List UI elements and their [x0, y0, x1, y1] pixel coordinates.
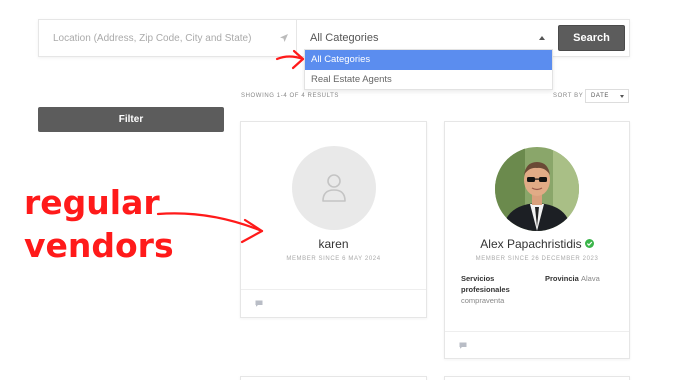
services-label-line1: Servicios [461, 274, 495, 283]
annotation-text: regular vendors [24, 181, 174, 267]
services-label-line2: profesionales [461, 285, 510, 294]
vendor-card-partial [240, 376, 427, 380]
filter-button[interactable]: Filter [38, 107, 224, 132]
services-value: compraventa [461, 296, 505, 305]
divider [241, 289, 426, 290]
sort-label: SORT BY [553, 93, 584, 99]
search-button[interactable]: Search [558, 25, 625, 51]
avatar-placeholder [292, 146, 376, 230]
annotation-line2: vendors [24, 226, 174, 265]
sort-select[interactable]: DATE [585, 89, 629, 103]
dropdown-option-real-estate-agents[interactable]: Real Estate Agents [305, 70, 552, 90]
category-select-value: All Categories [310, 32, 379, 44]
caret-up-icon [539, 36, 545, 40]
member-since: MEMBER SINCE 26 DECEMBER 2023 [475, 256, 599, 262]
vendor-name[interactable]: Alex Papachristidis [445, 237, 629, 251]
category-dropdown: All Categories Real Estate Agents [304, 49, 553, 90]
chat-icon[interactable] [459, 342, 467, 349]
location-input[interactable] [39, 20, 297, 56]
dropdown-option-all-categories[interactable]: All Categories [305, 50, 552, 70]
vendor-name-text: Alex Papachristidis [480, 237, 582, 251]
verified-check-icon [584, 239, 594, 249]
province-label: Provincia [545, 274, 579, 283]
vendor-card[interactable]: Alex Papachristidis MEMBER SINCE 26 DECE… [444, 121, 630, 359]
caret-down-icon [620, 95, 624, 98]
avatar-photo [495, 147, 579, 231]
user-icon [322, 174, 346, 202]
location-arrow-icon [280, 34, 288, 42]
vendor-name[interactable]: karen [241, 237, 426, 251]
results-summary: SHOWING 1-4 OF 4 RESULTS [241, 93, 339, 99]
vendor-card[interactable]: karen MEMBER SINCE 6 MAY 2024 [240, 121, 427, 318]
province-value: Alava [581, 274, 600, 283]
divider [445, 331, 629, 332]
chat-icon[interactable] [255, 300, 263, 307]
member-since: MEMBER SINCE 6 MAY 2024 [286, 256, 381, 262]
annotation-line1: regular [24, 183, 160, 222]
vendor-card-partial [444, 376, 630, 380]
sort-select-value: DATE [591, 93, 609, 99]
